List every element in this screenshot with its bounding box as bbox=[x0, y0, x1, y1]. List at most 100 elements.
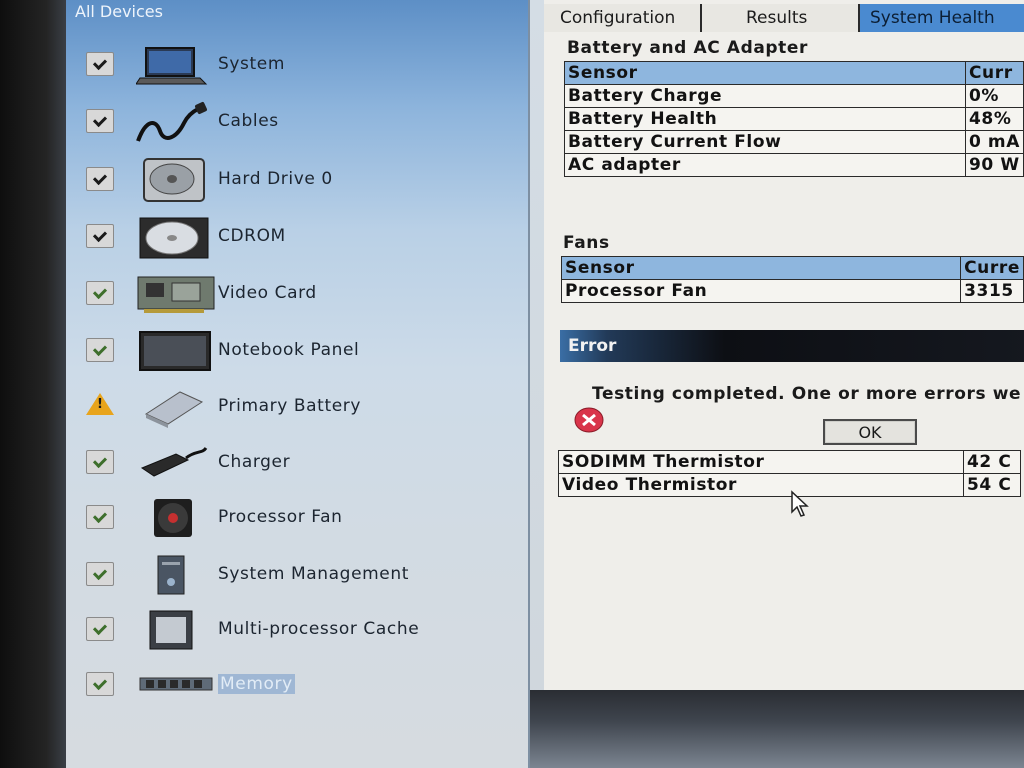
checkmark-icon bbox=[92, 55, 108, 70]
hard-drive-icon bbox=[143, 158, 205, 202]
table-row: SODIMM Thermistor 42 C bbox=[558, 450, 1021, 474]
fans-sensor-table: Sensor Curre Processor Fan 3315 bbox=[560, 256, 1024, 303]
device-item-cdrom[interactable]: CDROM bbox=[66, 212, 528, 262]
memory-icon bbox=[139, 677, 213, 691]
device-check-memory[interactable] bbox=[86, 672, 114, 696]
battery-sensor-table: Sensor Curr Battery Charge 0% Battery He… bbox=[564, 61, 1024, 177]
sensor-value: 48% bbox=[964, 107, 1024, 131]
device-tree-panel: All Devices System Cables Hard Drive 0 C… bbox=[66, 0, 530, 768]
device-item-hard-drive[interactable]: Hard Drive 0 bbox=[66, 155, 528, 205]
sensor-name: Video Thermistor bbox=[558, 473, 964, 497]
sensor-name: AC adapter bbox=[564, 153, 966, 177]
warning-exclamation: ! bbox=[97, 397, 103, 412]
sensor-value: 3315 bbox=[960, 279, 1024, 303]
notebook-panel-icon bbox=[139, 331, 211, 371]
table-header-row: Sensor Curr bbox=[564, 61, 1024, 85]
table-row: Battery Charge 0% bbox=[564, 84, 1024, 108]
device-check-video-card[interactable] bbox=[86, 281, 114, 305]
device-label-notebook-panel: Notebook Panel bbox=[218, 340, 360, 360]
battery-icon bbox=[144, 391, 204, 428]
device-check-processor-fan[interactable] bbox=[86, 505, 114, 529]
error-dialog-message: Testing completed. One or more errors we bbox=[592, 384, 1022, 404]
ok-button[interactable]: OK bbox=[823, 419, 917, 445]
cdrom-icon bbox=[139, 217, 209, 259]
error-icon bbox=[574, 407, 604, 433]
device-item-processor-fan[interactable]: Processor Fan bbox=[66, 493, 528, 543]
device-label-system-management: System Management bbox=[218, 564, 409, 584]
device-check-cables[interactable] bbox=[86, 109, 114, 133]
device-item-primary-battery[interactable]: ! Primary Battery bbox=[66, 382, 528, 432]
device-label-hard-drive: Hard Drive 0 bbox=[218, 169, 333, 189]
error-dialog-title-bar[interactable]: Error bbox=[560, 330, 1024, 362]
device-check-system[interactable] bbox=[86, 52, 114, 76]
device-check-hard-drive[interactable] bbox=[86, 167, 114, 191]
device-check-system-management[interactable] bbox=[86, 562, 114, 586]
device-label-charger: Charger bbox=[218, 452, 291, 472]
sensor-value: 54 C bbox=[963, 473, 1021, 497]
tab-system-health[interactable]: System Health bbox=[860, 4, 1024, 32]
column-header-current: Curre bbox=[960, 256, 1024, 280]
checkmark-icon bbox=[92, 112, 108, 127]
device-check-notebook-panel[interactable] bbox=[86, 338, 114, 362]
device-label-memory: Memory bbox=[218, 674, 295, 694]
tab-bar: Configuration Results System Health bbox=[544, 0, 1024, 36]
device-item-multiprocessor-cache[interactable]: Multi-processor Cache bbox=[66, 605, 528, 655]
checkmark-icon bbox=[92, 675, 108, 690]
checkmark-icon bbox=[92, 453, 108, 468]
device-check-multiprocessor-cache[interactable] bbox=[86, 617, 114, 641]
table-row: Processor Fan 3315 bbox=[560, 279, 1024, 303]
column-header-current: Curr bbox=[964, 61, 1024, 85]
sensor-value: 0% bbox=[964, 84, 1024, 108]
checkmark-icon bbox=[92, 170, 108, 185]
cable-icon bbox=[136, 102, 207, 142]
device-label-processor-fan: Processor Fan bbox=[218, 507, 343, 527]
table-row: Battery Current Flow 0 mA bbox=[564, 130, 1024, 154]
checkmark-icon bbox=[92, 341, 108, 356]
checkmark-icon bbox=[92, 565, 108, 580]
tab-configuration[interactable]: Configuration bbox=[544, 4, 702, 32]
screen-bottom-edge bbox=[530, 690, 1024, 768]
device-label-primary-battery: Primary Battery bbox=[218, 396, 362, 416]
device-label-multiprocessor-cache: Multi-processor Cache bbox=[218, 619, 420, 639]
device-check-cdrom[interactable] bbox=[86, 224, 114, 248]
device-item-memory[interactable]: Memory bbox=[66, 660, 528, 710]
device-label-cdrom: CDROM bbox=[218, 226, 286, 246]
table-row: AC adapter 90 W bbox=[564, 153, 1024, 177]
video-card-icon bbox=[137, 276, 215, 313]
sensor-name: SODIMM Thermistor bbox=[558, 450, 964, 474]
device-item-system-management[interactable]: System Management bbox=[66, 550, 528, 600]
sensor-value: 0 mA bbox=[964, 130, 1024, 154]
column-header-sensor: Sensor bbox=[560, 256, 962, 280]
checkmark-icon bbox=[92, 227, 108, 242]
table-row: Battery Health 48% bbox=[564, 107, 1024, 131]
device-item-notebook-panel[interactable]: Notebook Panel bbox=[66, 326, 528, 376]
fans-section-title: Fans bbox=[563, 233, 610, 253]
system-management-icon bbox=[157, 555, 185, 595]
details-panel: Configuration Results System Health Batt… bbox=[544, 0, 1024, 690]
tab-results[interactable]: Results bbox=[702, 4, 860, 32]
device-item-video-card[interactable]: Video Card bbox=[66, 269, 528, 319]
sensor-value: 90 W bbox=[964, 153, 1024, 177]
column-header-sensor: Sensor bbox=[564, 61, 966, 85]
charger-icon bbox=[140, 447, 208, 477]
mouse-cursor-icon bbox=[791, 490, 809, 517]
checkmark-icon bbox=[92, 284, 108, 299]
sensor-value: 42 C bbox=[963, 450, 1021, 474]
battery-section-title: Battery and AC Adapter bbox=[567, 38, 809, 58]
screen-bezel bbox=[0, 0, 66, 768]
device-label-video-card: Video Card bbox=[218, 283, 317, 303]
sensor-name: Battery Health bbox=[564, 107, 966, 131]
device-item-charger[interactable]: Charger bbox=[66, 438, 528, 488]
laptop-icon bbox=[136, 47, 208, 85]
panel-divider[interactable] bbox=[530, 0, 544, 768]
device-item-system[interactable]: System bbox=[66, 40, 528, 90]
fan-icon bbox=[154, 499, 192, 537]
table-header-row: Sensor Curre bbox=[560, 256, 1024, 280]
cpu-cache-icon bbox=[149, 610, 193, 650]
device-check-charger[interactable] bbox=[86, 450, 114, 474]
device-tree-title: All Devices bbox=[75, 2, 163, 21]
sensor-name: Battery Charge bbox=[564, 84, 966, 108]
device-label-cables: Cables bbox=[218, 111, 279, 131]
device-item-cables[interactable]: Cables bbox=[66, 97, 528, 147]
sensor-name: Processor Fan bbox=[560, 279, 962, 303]
